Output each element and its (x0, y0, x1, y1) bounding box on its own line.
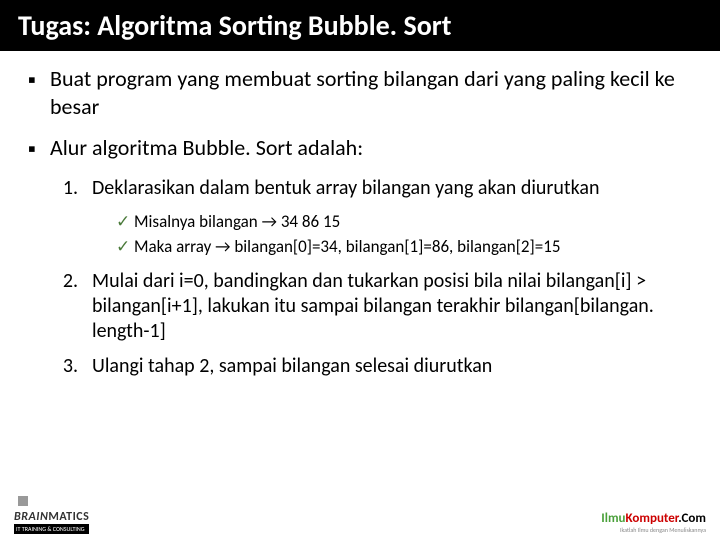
bullet-item: ▪ Alur algoritma Bubble. Sort adalah: (28, 134, 692, 162)
bullet-marker: ▪ (28, 65, 50, 120)
logo-text: .Com (678, 511, 706, 526)
logo-text: MATICS (48, 510, 89, 524)
sub-list: ✓ Misalnya bilangan → 34 86 15 ✓ Maka ar… (58, 211, 692, 259)
list-text: Ulangi tahap 2, sampai bilangan selesai … (92, 354, 492, 379)
bullet-item: ▪ Buat program yang membuat sorting bila… (28, 65, 692, 120)
list-text: Mulai dari i=0, bandingkan dan tukarkan … (92, 269, 692, 344)
bullet-marker: ▪ (28, 134, 50, 162)
list-number: 1. (58, 176, 92, 201)
bullet-text: Buat program yang membuat sorting bilang… (50, 65, 692, 120)
ilmukomputer-logo: IlmuKomputer.Com Ikatlah Ilmu dengan Men… (601, 511, 706, 534)
list-item: 3. Ulangi tahap 2, sampai bilangan seles… (58, 354, 692, 379)
list-number: 3. (58, 354, 92, 379)
slide-body: ▪ Buat program yang membuat sorting bila… (0, 51, 720, 379)
list-text: Deklarasikan dalam bentuk array bilangan… (92, 176, 599, 201)
list-item: 2. Mulai dari i=0, bandingkan dan tukark… (58, 269, 692, 344)
square-icon (18, 496, 28, 506)
logo-tagline: Ikatlah Ilmu dengan Menuliskannya (601, 526, 706, 534)
list-item: 1. Deklarasikan dalam bentuk array bilan… (58, 176, 692, 201)
footer: BRAINMATICS IT TRAINING & CONSULTING Ilm… (0, 510, 720, 534)
logo-text: Komputer (626, 511, 679, 526)
list-number: 2. (58, 269, 92, 344)
slide-title: Tugas: Algoritma Sorting Bubble. Sort (0, 0, 720, 51)
sub-text: Misalnya bilangan → 34 86 15 (134, 211, 340, 234)
sub-item: ✓ Maka array → bilangan[0]=34, bilangan[… (116, 236, 692, 259)
bullet-text: Alur algoritma Bubble. Sort adalah: (50, 134, 363, 162)
ordered-list: 1. Deklarasikan dalam bentuk array bilan… (28, 176, 692, 379)
brainmatics-logo: BRAINMATICS IT TRAINING & CONSULTING (14, 510, 89, 534)
logo-text: BRAIN (14, 510, 48, 524)
check-icon: ✓ (116, 236, 134, 259)
logo-tagline: IT TRAINING & CONSULTING (14, 524, 89, 534)
sub-text: Maka array → bilangan[0]=34, bilangan[1]… (134, 236, 560, 259)
logo-text: Ilmu (601, 511, 625, 526)
check-icon: ✓ (116, 211, 134, 234)
sub-item: ✓ Misalnya bilangan → 34 86 15 (116, 211, 692, 234)
